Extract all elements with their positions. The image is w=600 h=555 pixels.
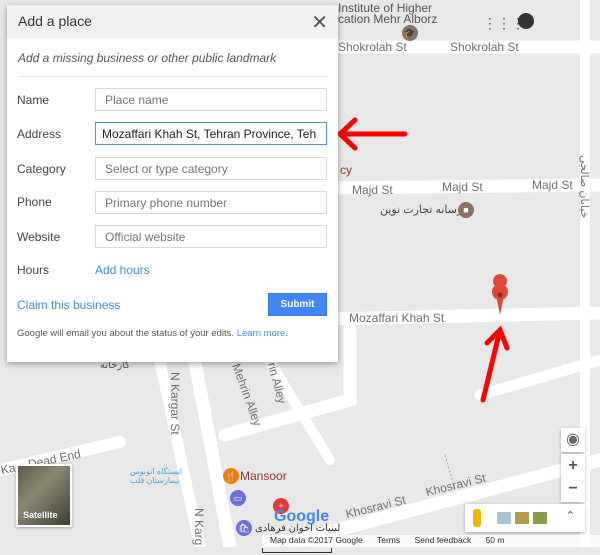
- category-input[interactable]: [95, 157, 327, 180]
- map-label: Majd St: [442, 180, 483, 194]
- dialog-header: Add a place ✕: [7, 5, 338, 38]
- zoom-out-button[interactable]: −: [561, 478, 585, 502]
- attribution-bar: Map data ©2017 Google Terms Send feedbac…: [262, 535, 600, 553]
- learn-more-link[interactable]: Learn more.: [237, 328, 288, 339]
- shop-icon: ■: [458, 202, 474, 218]
- hours-label: Hours: [17, 263, 50, 277]
- dialog-footer: Google will email you about the status o…: [17, 328, 288, 339]
- zoom-control: + −: [561, 454, 585, 502]
- pegman-icon[interactable]: [473, 509, 481, 527]
- map-label: Shokrolah St: [450, 40, 519, 54]
- layers-bar: ⌃: [465, 504, 585, 532]
- school-icon: 🎓: [402, 25, 418, 41]
- send-feedback-link[interactable]: Send feedback: [414, 535, 471, 545]
- imagery-thumb[interactable]: [515, 512, 529, 524]
- annotation-arrow-address: [336, 117, 408, 151]
- restaurant-icon: 🍴: [223, 468, 239, 484]
- imagery-thumb[interactable]: [533, 512, 547, 524]
- footer-text: Google will email you about the status o…: [17, 328, 235, 339]
- scale-label: 50 m: [485, 535, 505, 545]
- dialog-subtitle: Add a missing business or other public l…: [18, 51, 277, 65]
- atm-icon: ▭: [230, 490, 246, 506]
- map-label: ایستگاه اتوبوس بیمارستان قلب: [130, 467, 182, 485]
- dialog-title: Add a place: [18, 13, 92, 29]
- add-hours-link[interactable]: Add hours: [95, 263, 150, 277]
- satellite-label: Satellite: [23, 510, 58, 520]
- website-input[interactable]: [95, 225, 327, 248]
- shopping-icon: 🛍: [236, 520, 252, 536]
- map-label: Shokrolah St: [338, 40, 407, 54]
- satellite-toggle[interactable]: Satellite: [16, 464, 72, 527]
- claim-business-link[interactable]: Claim this business: [17, 298, 120, 312]
- add-place-dialog: Add a place ✕ Add a missing business or …: [7, 5, 338, 362]
- phone-input[interactable]: [95, 191, 327, 214]
- imagery-thumb[interactable]: [497, 512, 511, 524]
- address-label: Address: [17, 127, 62, 141]
- map-label: Mansoor: [240, 469, 287, 483]
- my-location-icon[interactable]: ◉: [561, 428, 585, 452]
- phone-label: Phone: [17, 195, 52, 209]
- map-label: Mozaffari Khah St: [349, 311, 445, 325]
- map-label: cy: [340, 163, 352, 177]
- submit-button[interactable]: Submit: [268, 293, 327, 316]
- notifications-icon[interactable]: [518, 13, 534, 29]
- website-label: Website: [17, 230, 61, 244]
- map-label: Majd St: [352, 183, 393, 197]
- google-logo: Google: [274, 508, 330, 525]
- expand-icon[interactable]: ⌃: [566, 509, 575, 522]
- map-label: N Kargar St: [168, 372, 182, 435]
- map-data-text: Map data ©2017 Google: [270, 535, 363, 545]
- zoom-in-button[interactable]: +: [561, 454, 585, 478]
- close-icon[interactable]: ✕: [311, 10, 328, 35]
- map-label: Majd St: [532, 178, 573, 192]
- map-label: رسانه تجارت نوین: [380, 204, 463, 216]
- map-label: N Karg: [192, 508, 206, 546]
- name-label: Name: [17, 93, 50, 107]
- address-input[interactable]: [95, 122, 327, 145]
- map-label: خیابان صالحی: [578, 155, 590, 219]
- scale-bar: [262, 548, 332, 553]
- divider: [18, 76, 327, 77]
- name-input[interactable]: [95, 88, 327, 111]
- category-label: Category: [17, 162, 66, 176]
- map-label: cation Mehr Alborz: [338, 12, 438, 26]
- terms-link[interactable]: Terms: [377, 535, 400, 545]
